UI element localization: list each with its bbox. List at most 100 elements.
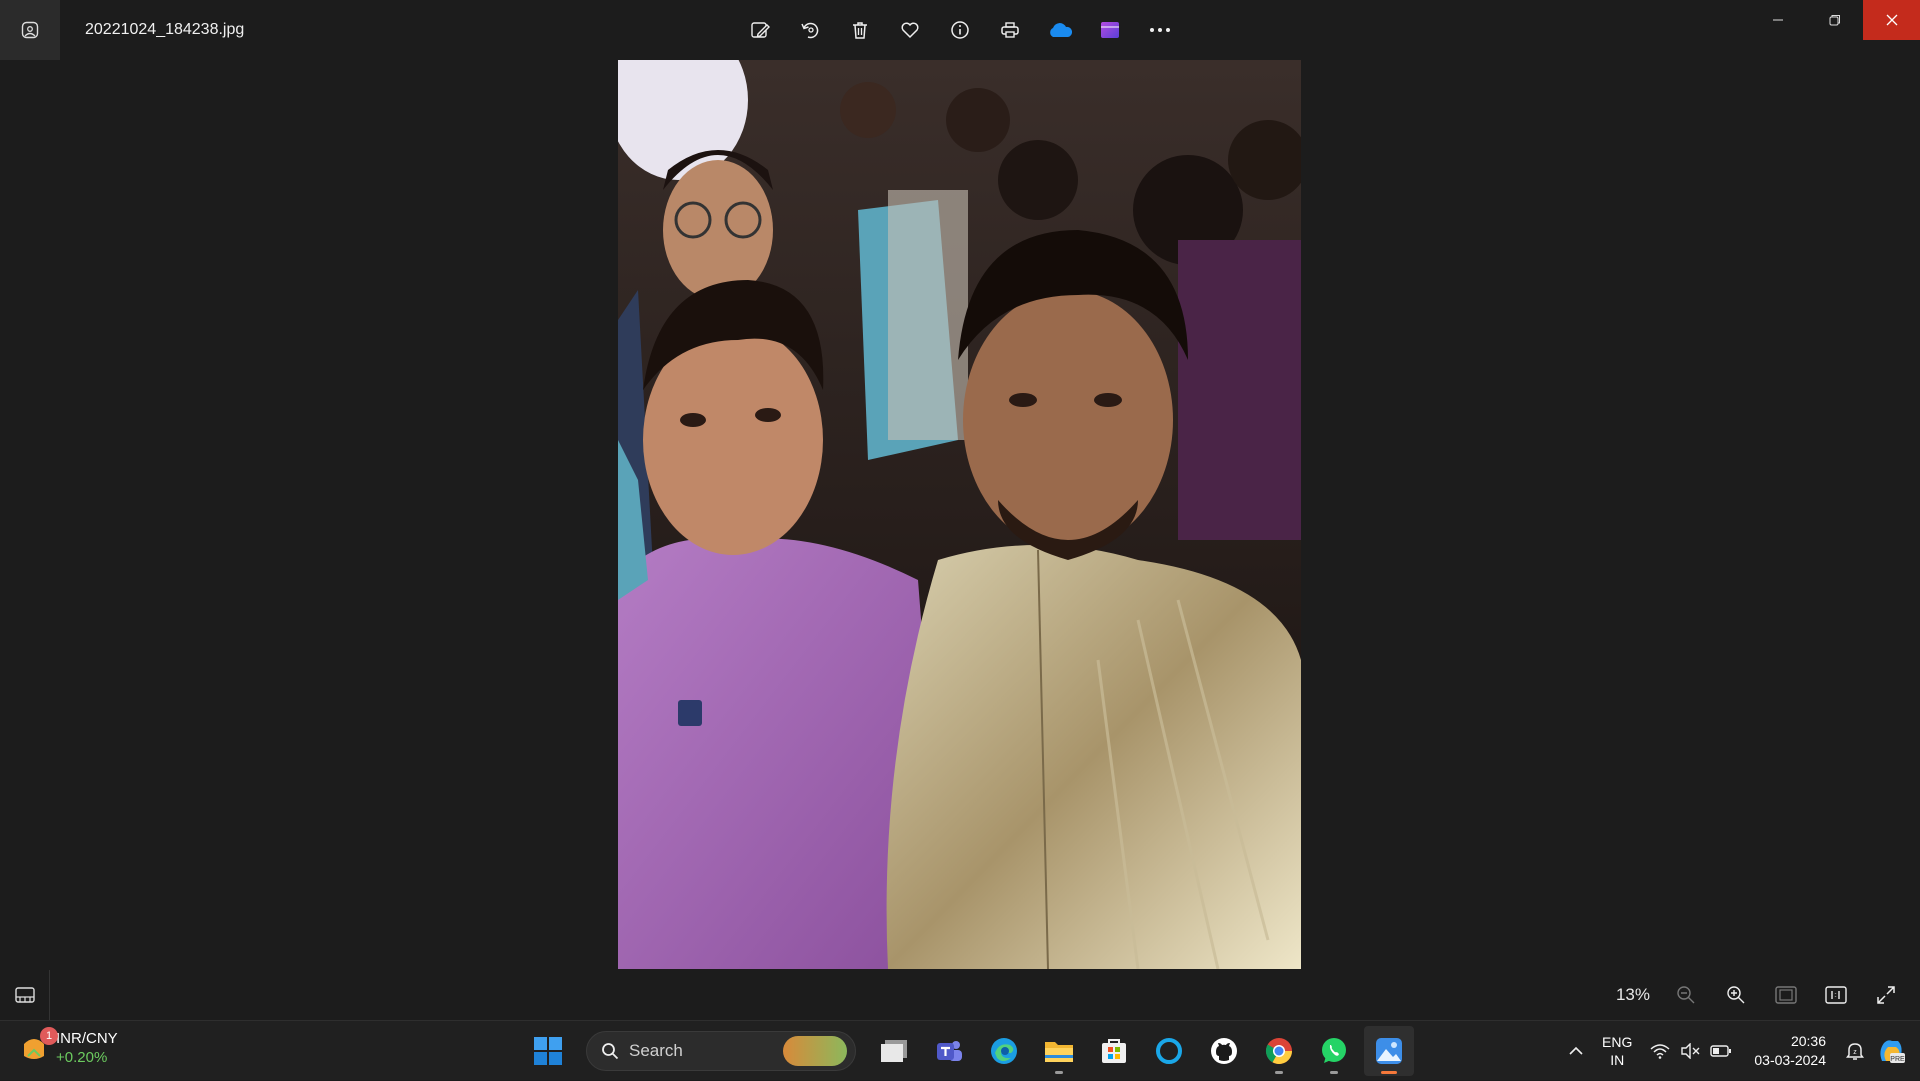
photo[interactable] <box>618 60 1301 969</box>
file-info-button[interactable] <box>940 10 980 50</box>
microsoft-store-icon <box>1102 1039 1126 1063</box>
clipchamp-icon <box>1101 22 1119 38</box>
svg-text:z: z <box>1853 1049 1857 1056</box>
system-tray: ENG IN 20:36 03-03-2024 z PRE <box>1562 1021 1920 1081</box>
teams-icon <box>937 1041 962 1061</box>
favorite-icon <box>901 22 919 39</box>
filmstrip-toggle[interactable] <box>0 970 50 1020</box>
volume-muted-icon <box>1681 1043 1700 1059</box>
close-button[interactable] <box>1863 0 1920 40</box>
filmstrip-icon <box>14 987 35 1003</box>
minimize-button[interactable] <box>1749 0 1806 40</box>
language-code: ENG <box>1602 1034 1633 1050</box>
zoom-controls: 13% <box>1616 970 1920 1020</box>
zoom-out-icon <box>1677 986 1695 1004</box>
search-icon <box>602 1043 619 1060</box>
active-indicator <box>1381 1071 1397 1074</box>
onedrive-icon <box>1050 23 1073 37</box>
edge-button[interactable] <box>979 1026 1029 1076</box>
notification-badge: 1 <box>40 1027 58 1045</box>
language-indicator[interactable]: ENG IN <box>1590 1021 1644 1081</box>
gallery-icon <box>21 21 39 39</box>
region-code: IN <box>1610 1052 1625 1068</box>
rotate-button[interactable] <box>790 10 830 50</box>
chevron-up-icon <box>1569 1046 1583 1055</box>
window-controls <box>1749 0 1920 40</box>
whatsapp-button[interactable] <box>1309 1026 1359 1076</box>
github-icon <box>1211 1038 1237 1064</box>
cortana-icon <box>1156 1038 1182 1064</box>
wifi-icon <box>1650 1044 1670 1059</box>
bottom-bar: 13% <box>0 970 1920 1020</box>
task-view-button[interactable] <box>869 1026 919 1076</box>
print-icon <box>1001 22 1019 38</box>
battery-icon <box>1710 1045 1732 1057</box>
widgets-button[interactable]: 1 INR/CNY +0.20% <box>20 1027 118 1067</box>
zoom-out-button[interactable] <box>1664 973 1708 1017</box>
cortana-button[interactable] <box>1144 1026 1194 1076</box>
print-button[interactable] <box>990 10 1030 50</box>
file-name: 20221024_184238.jpg <box>85 21 245 38</box>
zoom-in-icon <box>1727 986 1745 1004</box>
start-button[interactable] <box>523 1026 573 1076</box>
notification-center-button[interactable]: z <box>1840 1021 1870 1081</box>
delete-icon <box>853 22 867 39</box>
restore-icon <box>1829 15 1840 26</box>
search-box[interactable]: Search <box>586 1031 856 1071</box>
microsoft-store-button[interactable] <box>1089 1026 1139 1076</box>
image-toolbar <box>740 10 1180 50</box>
file-explorer-icon <box>1045 1042 1073 1062</box>
favorite-button[interactable] <box>890 10 930 50</box>
clock-button[interactable]: 20:36 03-03-2024 <box>1738 1021 1840 1081</box>
search-highlight-icon <box>783 1036 847 1066</box>
actual-size-icon <box>1825 986 1847 1004</box>
restore-button[interactable] <box>1806 0 1863 40</box>
fit-to-window-icon <box>1775 986 1797 1004</box>
clock-date: 03-03-2024 <box>1754 1052 1826 1068</box>
full-screen-icon <box>1877 986 1895 1004</box>
start-icon <box>534 1037 562 1065</box>
whatsapp-icon <box>1322 1038 1346 1063</box>
file-explorer-button[interactable] <box>1034 1026 1084 1076</box>
edit-image-icon <box>751 22 770 38</box>
widget-title: INR/CNY <box>56 1030 118 1047</box>
fit-to-window-button[interactable] <box>1764 973 1808 1017</box>
gallery-button[interactable] <box>0 0 60 60</box>
zoom-in-button[interactable] <box>1714 973 1758 1017</box>
image-viewer[interactable] <box>0 60 1920 970</box>
notifications-off-icon: z <box>1846 1043 1864 1060</box>
photos-button[interactable] <box>1364 1026 1414 1076</box>
edit-image-button[interactable] <box>740 10 780 50</box>
copilot-button[interactable]: PRE <box>1870 1021 1920 1081</box>
widget-change: +0.20% <box>56 1049 108 1066</box>
taskbar: 1 INR/CNY +0.20% Search ENG IN 20:36 03-… <box>0 1020 1920 1080</box>
svg-text:PRE: PRE <box>1890 1056 1905 1063</box>
photo-content <box>618 60 1301 969</box>
zoom-level: 13% <box>1615 985 1650 1004</box>
show-hidden-icons-button[interactable] <box>1562 1021 1590 1081</box>
clipchamp-button[interactable] <box>1090 10 1130 50</box>
more-options-button[interactable] <box>1140 10 1180 50</box>
quick-settings-button[interactable] <box>1644 1021 1738 1081</box>
chrome-icon <box>1265 1038 1293 1065</box>
running-indicator <box>1275 1071 1283 1074</box>
delete-button[interactable] <box>840 10 880 50</box>
file-info-icon <box>951 21 969 39</box>
minimize-icon <box>1772 19 1783 21</box>
running-indicator <box>1330 1071 1338 1074</box>
edge-icon <box>991 1038 1017 1064</box>
rotate-icon <box>801 22 819 39</box>
taskbar-apps: Search <box>523 1026 1414 1076</box>
teams-button[interactable] <box>924 1026 974 1076</box>
chrome-button[interactable] <box>1254 1026 1304 1076</box>
copilot-icon: PRE <box>1880 1040 1905 1063</box>
running-indicator <box>1055 1071 1063 1074</box>
photos-icon <box>1376 1038 1402 1064</box>
actual-size-button[interactable] <box>1814 973 1858 1017</box>
more-options-icon <box>1150 28 1170 32</box>
full-screen-button[interactable] <box>1864 973 1908 1017</box>
github-button[interactable] <box>1199 1026 1249 1076</box>
search-placeholder: Search <box>629 1041 683 1060</box>
task-view-icon <box>881 1040 907 1062</box>
onedrive-button[interactable] <box>1040 10 1080 50</box>
